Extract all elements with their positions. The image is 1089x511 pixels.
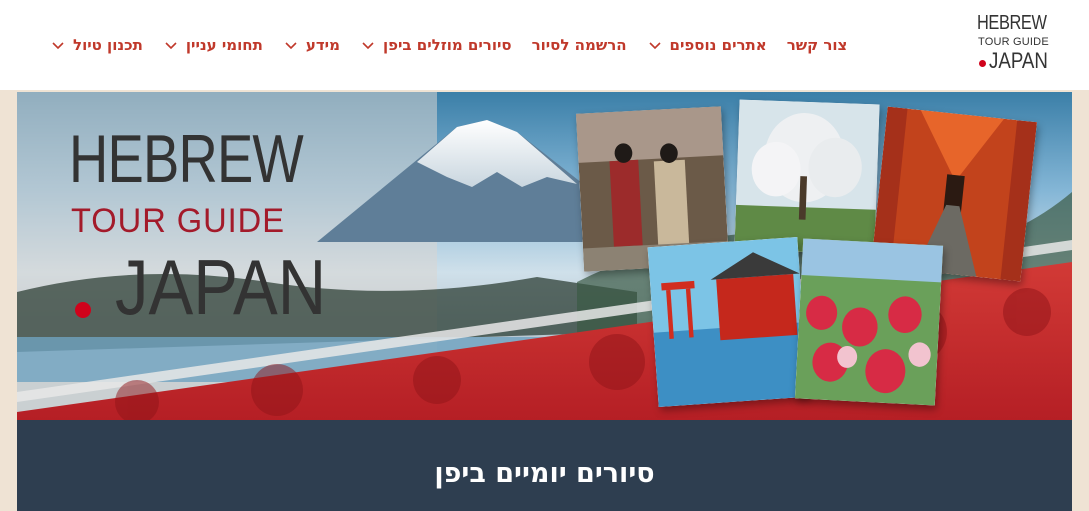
site-header: HEBREW TOUR GUIDE JAPAN תכנון טיול תחומי… [0,0,1089,90]
logo-dot [979,60,986,67]
nav-item-interests[interactable]: תחומי עניין [153,36,273,54]
logo-line-hebrew: HEBREW [977,12,1047,34]
main-nav: תכנון טיול תחומי עניין מידע סיורים מוזלי… [40,28,940,62]
photo-cherry-blossom [734,99,880,255]
chevron-down-icon [165,42,177,50]
nav-item-label: הרשמה לסיור [531,36,627,54]
banner-logo-tour-guide: TOUR GUIDE [71,202,285,240]
photo-itsukushima-shrine [647,236,809,408]
nav-item-label: סיורים מוזלים ביפן [382,36,512,54]
logo-line-japan: JAPAN [989,48,1048,73]
logo-line-tour-guide: TOUR GUIDE [978,36,1049,48]
daily-tours-section: סיורים יומיים ביפן [17,420,1072,511]
chevron-down-icon [285,42,297,50]
banner-logo: HEBREW TOUR GUIDE JAPAN [69,120,399,340]
nav-item-label: אתרים נוספים [669,36,767,54]
nav-item-label: מידע [305,36,340,54]
site-logo[interactable]: HEBREW TOUR GUIDE JAPAN [975,12,1067,74]
banner-logo-hebrew: HEBREW [69,121,304,197]
nav-item-label: תכנון טיול [73,36,143,54]
nav-item-info[interactable]: מידע [273,36,350,54]
chevron-down-icon [52,42,64,50]
nav-item-contact[interactable]: צור קשר [777,36,858,54]
chevron-down-icon [362,42,374,50]
nav-item-tour-registration[interactable]: הרשמה לסיור [522,36,637,54]
nav-item-trip-planning[interactable]: תכנון טיול [40,36,153,54]
chevron-down-icon [648,42,661,50]
nav-item-more-sites[interactable]: אתרים נוספים [637,36,777,54]
nav-item-discount-tours[interactable]: סיורים מוזלים ביפן [350,36,522,54]
hero-banner: HEBREW TOUR GUIDE JAPAN [17,92,1072,420]
section-title: סיורים יומיים ביפן [434,458,655,489]
banner-logo-dot [75,302,91,318]
photo-azalea-garden [794,238,944,406]
nav-item-label: צור קשר [786,36,848,54]
banner-logo-japan: JAPAN [115,243,327,331]
nav-item-label: תחומי עניין [185,36,263,54]
